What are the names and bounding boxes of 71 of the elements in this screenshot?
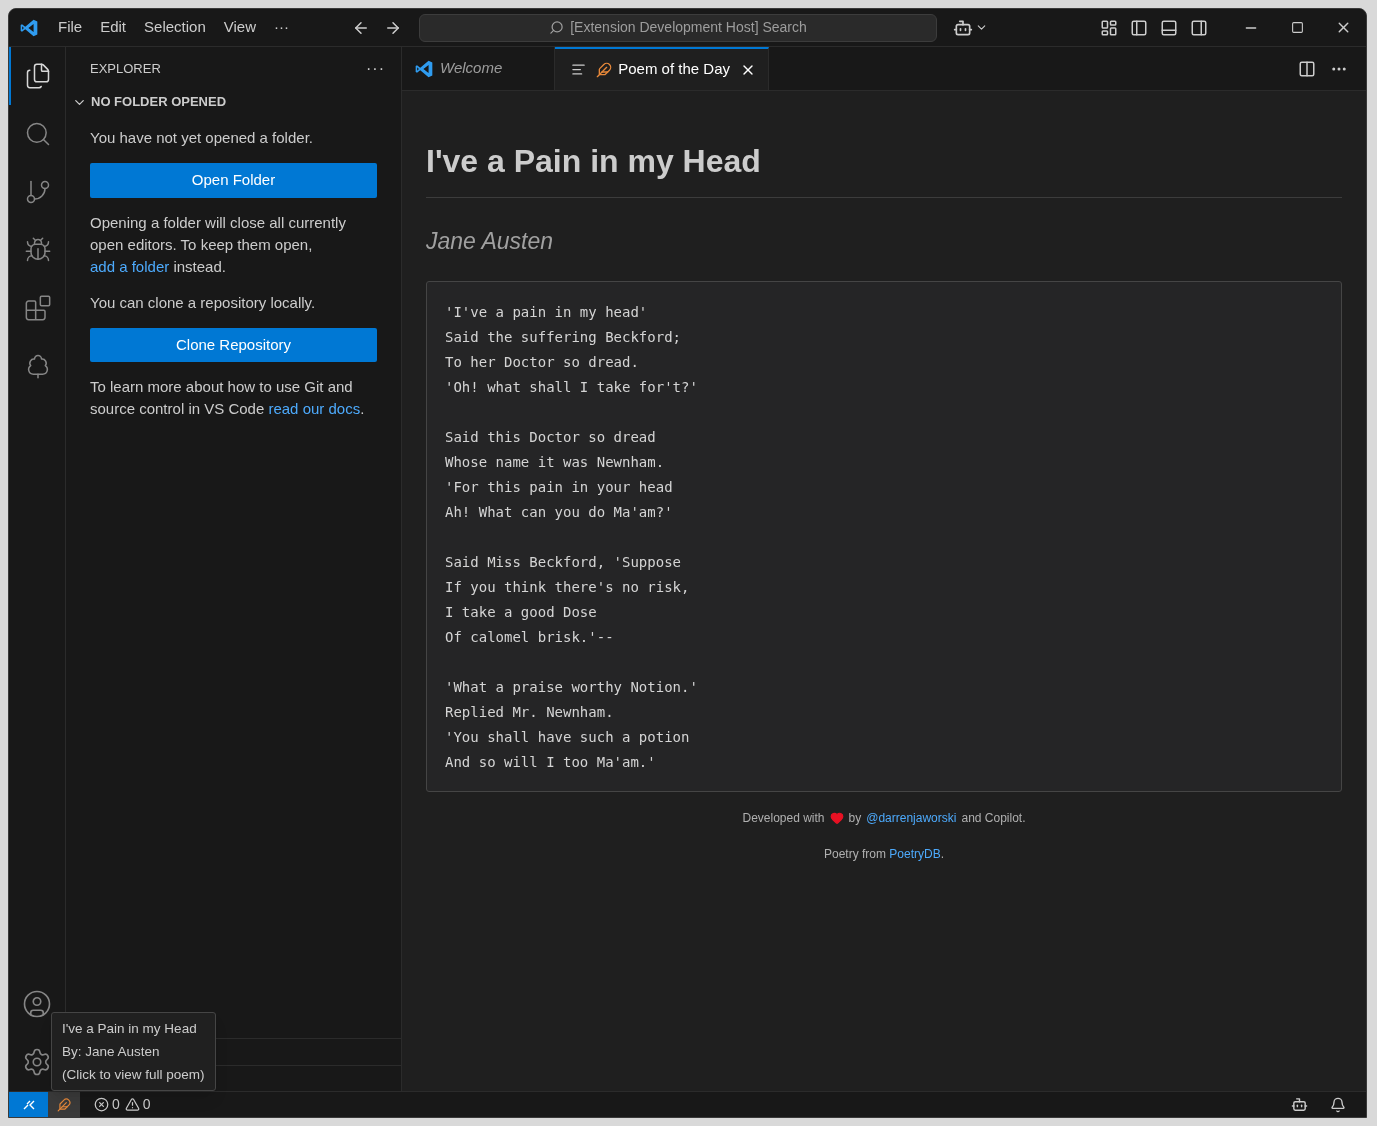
link[interactable]: add a folder bbox=[90, 257, 170, 275]
sidebar-paragraph: To learn more about how to use Git and source control in VS Code read our docs. bbox=[90, 377, 366, 419]
split-editor-icon[interactable] bbox=[1298, 59, 1316, 78]
sidebar-button[interactable]: Clone Repository bbox=[90, 327, 377, 362]
vscode-logo-icon bbox=[414, 58, 434, 79]
menu-item[interactable]: Edit bbox=[91, 16, 136, 39]
problems-status-item[interactable]: 0 0 bbox=[80, 1092, 151, 1117]
account-icon[interactable] bbox=[22, 989, 52, 1019]
panel-right-icon[interactable] bbox=[1190, 18, 1208, 37]
poem-line: Said the suffering Beckford; bbox=[445, 327, 682, 347]
run-debug-icon[interactable] bbox=[24, 236, 52, 264]
sidebar-button[interactable]: Open Folder bbox=[90, 163, 377, 198]
poem-line: Said this Doctor so dread bbox=[445, 427, 657, 447]
feather-icon bbox=[57, 1097, 71, 1112]
robot-icon[interactable] bbox=[1291, 1096, 1308, 1113]
layout-icon[interactable] bbox=[1100, 18, 1118, 37]
poem-line: 'For this pain in your head bbox=[445, 477, 674, 497]
bell-icon[interactable] bbox=[1330, 1096, 1346, 1113]
credit-text: and Copilot. bbox=[961, 809, 1026, 827]
credit-text: by bbox=[848, 809, 862, 827]
tooltip-line: By: Jane Austen bbox=[62, 1043, 161, 1061]
credit-text: Developed with bbox=[742, 809, 825, 827]
poem-line: Replied Mr. Newnham. bbox=[445, 702, 615, 722]
poem-title: I've a Pain in my Head bbox=[426, 137, 1342, 198]
files-icon[interactable] bbox=[24, 62, 52, 90]
vscode-logo-icon bbox=[19, 17, 39, 38]
author-link[interactable]: @darrenjaworski bbox=[866, 808, 957, 827]
menu-item[interactable]: View bbox=[214, 16, 265, 39]
error-icon bbox=[94, 1097, 109, 1112]
editor-tab[interactable]: Poem of the Day bbox=[555, 47, 769, 90]
poem-line: If you think there's no risk, bbox=[445, 577, 691, 597]
poem-line: Said Miss Beckford, 'Suppose bbox=[445, 552, 682, 572]
section-header[interactable]: NO FOLDER OPENED bbox=[66, 91, 401, 113]
heart-icon bbox=[829, 810, 844, 825]
preview-icon bbox=[571, 62, 587, 77]
panel-bottom-icon[interactable] bbox=[1160, 18, 1178, 37]
feather-icon bbox=[596, 61, 613, 78]
menu-item[interactable]: Selection bbox=[135, 16, 215, 39]
maximize-icon[interactable] bbox=[1290, 21, 1304, 34]
extensions-icon[interactable] bbox=[24, 294, 52, 322]
search-icon[interactable] bbox=[24, 120, 52, 148]
poem-line: To her Doctor so dread. bbox=[445, 352, 640, 372]
poem-line: 'What a praise worthy Notion.' bbox=[445, 677, 699, 697]
command-center-search[interactable]: [Extension Development Host] Search bbox=[419, 13, 937, 42]
poem-line: 'You shall have such a potion bbox=[445, 727, 691, 747]
poem-status-item[interactable] bbox=[48, 1092, 80, 1117]
poem-line: 'I've a pain in my head' bbox=[445, 302, 649, 322]
poem-line: Ah! What can you do Ma'am?' bbox=[445, 502, 674, 522]
poem-line: Of calomel brisk.'-- bbox=[445, 627, 615, 647]
poem-line: And so will I too Ma'am.' bbox=[445, 752, 657, 772]
source-link[interactable]: PoetryDB bbox=[889, 844, 941, 863]
sidebar-paragraph: Opening a folder will close all currently open editors. To keep them open, add a folder instead. bbox=[90, 212, 347, 277]
source-text: . bbox=[940, 845, 945, 863]
search-icon bbox=[549, 20, 565, 35]
menu-item[interactable]: File bbox=[49, 16, 92, 39]
poem-line: Whose name it was Newnham. bbox=[445, 452, 666, 472]
tooltip-line: (Click to view full poem) bbox=[62, 1066, 205, 1084]
poem-author: Jane Austen bbox=[426, 227, 555, 256]
sidebar-paragraph: You can clone a repository locally. bbox=[90, 292, 317, 313]
panel-left-icon[interactable] bbox=[1130, 18, 1148, 37]
sidebar-paragraph: You have not yet opened a folder. bbox=[90, 128, 314, 148]
tooltip-line: I've a Pain in my Head bbox=[62, 1020, 198, 1038]
warning-icon bbox=[124, 1097, 140, 1112]
more-actions[interactable]: ··· bbox=[366, 57, 385, 81]
poem-line: 'Oh! what shall I take for't?' bbox=[445, 377, 699, 397]
menu-item[interactable]: ··· bbox=[265, 16, 298, 39]
poem-line: I take a good Dose bbox=[445, 602, 598, 622]
source-text: Poetry from bbox=[823, 845, 887, 863]
sidebar-title: EXPLORER bbox=[90, 60, 161, 79]
branch-icon[interactable] bbox=[24, 178, 52, 206]
settings-icon[interactable] bbox=[22, 1047, 52, 1077]
